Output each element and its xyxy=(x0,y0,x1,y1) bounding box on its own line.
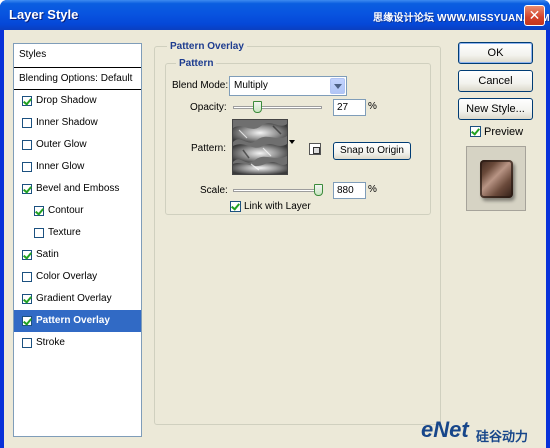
link-with-layer-label[interactable]: Link with Layer xyxy=(244,201,311,212)
new-preset-icon[interactable] xyxy=(309,143,321,155)
styles-list-item-label: Bevel and Emboss xyxy=(36,183,120,194)
opacity-value: 27 xyxy=(337,102,349,113)
layer-style-window: Layer Style 思缘设计论坛 WWW.MISSYUAN.COM ✕ St… xyxy=(0,0,550,448)
opacity-unit: % xyxy=(368,101,377,112)
link-with-layer-checkbox[interactable] xyxy=(230,201,241,212)
cancel-button[interactable]: Cancel xyxy=(458,70,533,92)
styles-list-item[interactable]: Stroke xyxy=(14,332,141,354)
opacity-label: Opacity: xyxy=(190,102,227,113)
styles-list-item[interactable]: Pattern Overlay xyxy=(14,310,141,332)
pattern-texture-icon xyxy=(233,120,287,174)
chevron-down-icon[interactable] xyxy=(330,78,345,94)
styles-list-item-label: Styles xyxy=(19,49,47,60)
style-checkbox[interactable] xyxy=(34,228,44,238)
pattern-overlay-title: Pattern Overlay xyxy=(167,41,247,52)
styles-list-item[interactable]: Inner Shadow xyxy=(14,112,141,134)
cancel-label: Cancel xyxy=(478,75,513,87)
styles-list: Styles Blending Options: Default Drop Shad… xyxy=(13,43,142,437)
styles-list-item-label: Pattern Overlay xyxy=(36,315,110,326)
styles-list-item[interactable]: Gradient Overlay xyxy=(14,288,141,310)
close-icon: ✕ xyxy=(528,7,541,23)
styles-list-item[interactable]: Outer Glow xyxy=(14,134,141,156)
styles-list-item[interactable]: Satin xyxy=(14,244,141,266)
scale-slider-track[interactable] xyxy=(233,189,322,192)
window-title: Layer Style xyxy=(9,7,79,22)
styles-list-item[interactable]: Color Overlay xyxy=(14,266,141,288)
styles-list-item-label: Color Overlay xyxy=(36,271,98,282)
style-checkbox[interactable] xyxy=(22,140,32,150)
blend-mode-value: Multiply xyxy=(234,80,268,91)
styles-list-item-label: Gradient Overlay xyxy=(36,293,112,304)
opacity-slider-thumb[interactable] xyxy=(253,101,262,113)
title-bar[interactable]: Layer Style 思缘设计论坛 WWW.MISSYUAN.COM ✕ xyxy=(0,0,550,30)
blend-mode-label: Blend Mode: xyxy=(172,80,229,91)
new-style-label: New Style... xyxy=(466,103,525,115)
style-checkbox[interactable] xyxy=(22,118,32,128)
style-preview xyxy=(466,146,526,211)
style-checkbox[interactable] xyxy=(22,294,32,304)
preview-label[interactable]: Preview xyxy=(484,126,523,138)
scale-label: Scale: xyxy=(200,185,228,196)
dialog-client-area: Styles Blending Options: Default Drop Shad… xyxy=(4,30,546,448)
ok-label: OK xyxy=(487,47,504,59)
styles-list-item[interactable]: Blending Options: Default xyxy=(14,68,141,90)
opacity-slider-track[interactable] xyxy=(233,106,322,109)
style-checkbox[interactable] xyxy=(22,96,32,106)
new-style-button[interactable]: New Style... xyxy=(458,98,533,120)
styles-list-item-label: Satin xyxy=(36,249,59,260)
pattern-dropdown-icon[interactable] xyxy=(289,140,295,144)
styles-list-item[interactable]: Texture xyxy=(14,222,141,244)
scale-slider-thumb[interactable] xyxy=(314,184,323,196)
styles-list-item-label: Blending Options: Default xyxy=(19,73,133,84)
pattern-label: Pattern: xyxy=(191,143,227,154)
styles-list-item-label: Drop Shadow xyxy=(36,95,97,106)
style-checkbox[interactable] xyxy=(22,316,32,326)
styles-list-item[interactable]: Contour xyxy=(14,200,141,222)
watermark-brand-sub: 硅谷动力 xyxy=(476,430,529,445)
opacity-input[interactable]: 27 xyxy=(333,99,366,116)
watermark-brand: eNet xyxy=(421,417,469,442)
styles-list-item[interactable]: Styles xyxy=(14,44,141,68)
blend-mode-select[interactable]: Multiply xyxy=(229,76,347,96)
style-checkbox[interactable] xyxy=(22,338,32,348)
styles-list-item[interactable]: Inner Glow xyxy=(14,156,141,178)
scale-value: 880 xyxy=(337,185,354,196)
preview-checkbox[interactable] xyxy=(470,126,481,137)
scale-input[interactable]: 880 xyxy=(333,182,366,199)
styles-list-item[interactable]: Bevel and Emboss xyxy=(14,178,141,200)
styles-list-item-label: Inner Shadow xyxy=(36,117,98,128)
snap-to-origin-button[interactable]: Snap to Origin xyxy=(333,142,411,160)
scale-unit: % xyxy=(368,184,377,195)
close-button[interactable]: ✕ xyxy=(524,5,545,26)
preview-swatch xyxy=(480,160,513,198)
style-checkbox[interactable] xyxy=(34,206,44,216)
style-checkbox[interactable] xyxy=(22,272,32,282)
styles-list-item-label: Inner Glow xyxy=(36,161,85,172)
pattern-subgroup-title: Pattern xyxy=(176,58,217,69)
styles-list-item-label: Stroke xyxy=(36,337,65,348)
snap-to-origin-label: Snap to Origin xyxy=(340,145,404,156)
style-checkbox[interactable] xyxy=(22,250,32,260)
style-checkbox[interactable] xyxy=(22,184,32,194)
ok-button[interactable]: OK xyxy=(458,42,533,64)
pattern-swatch[interactable] xyxy=(232,119,288,175)
styles-list-item-label: Outer Glow xyxy=(36,139,87,150)
styles-list-item-label: Contour xyxy=(48,205,84,216)
style-checkbox[interactable] xyxy=(22,162,32,172)
styles-list-item[interactable]: Drop Shadow xyxy=(14,90,141,112)
styles-list-item-label: Texture xyxy=(48,227,81,238)
